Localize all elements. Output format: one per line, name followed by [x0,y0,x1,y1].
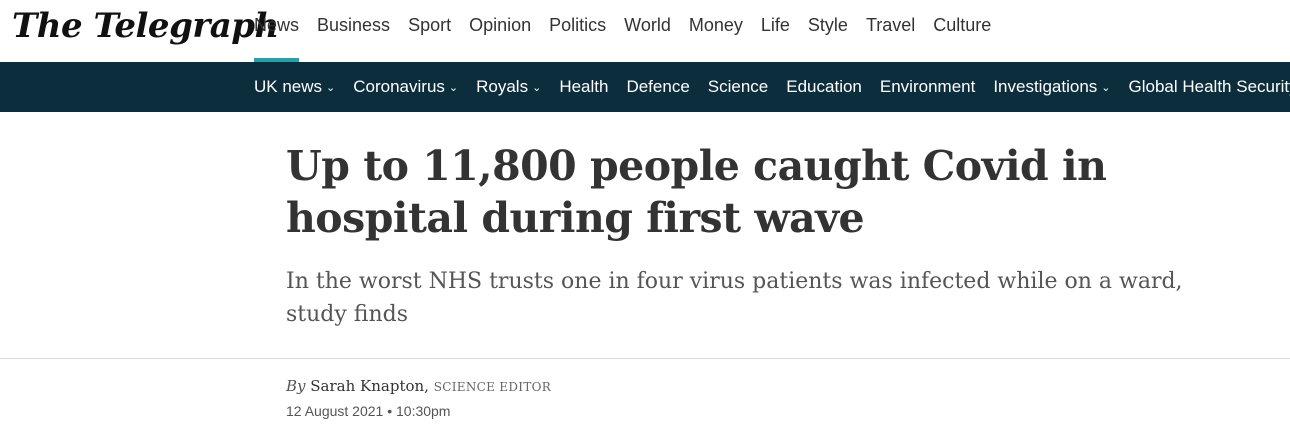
main-nav-item-money[interactable]: Money [680,0,752,62]
main-nav-item-life[interactable]: Life [752,0,799,62]
sub-nav-label: Education [786,77,862,96]
sub-nav-item-defence[interactable]: Defence [617,62,698,112]
article-standfirst: In the worst NHS trusts one in four viru… [286,269,1183,327]
sub-nav: UK news ⌄ Coronavirus ⌄ Royals ⌄ Health Def… [0,62,1290,112]
chevron-down-icon: ⌄ [532,82,542,94]
sub-nav-label: Royals [476,77,529,96]
main-nav-item-travel[interactable]: Travel [857,0,924,62]
sub-nav-label: Investigations [993,77,1098,96]
sub-nav-item-health[interactable]: Health [550,62,617,112]
main-nav: News Business Sport Opinion Politics Wor… [245,0,1000,62]
author-role: SCIENCE EDITOR [433,380,552,394]
article-headline: Up to 11,800 people caught Covid in hosp… [286,142,1107,242]
top-bar: The Telegraph News Business Sport Opinio… [0,0,1290,62]
sub-nav-item-global-health-security[interactable]: Global Health Security⌄ [1120,62,1290,112]
publish-date: 12 August 2021 • 10:30pm [286,403,451,419]
main-nav-item-news[interactable]: News [245,0,308,62]
sub-nav-item-uk-news[interactable]: UK news ⌄ [245,62,344,112]
byline: By Sarah Knapton, SCIENCE EDITOR [286,377,551,395]
author-name[interactable]: Sarah Knapton, [310,377,429,395]
main-nav-item-opinion[interactable]: Opinion [460,0,540,62]
chevron-down-icon: ⌄ [326,82,336,94]
sub-nav-item-education[interactable]: Education [777,62,871,112]
sub-nav-label: Coronavirus [353,77,445,96]
main-nav-item-style[interactable]: Style [799,0,857,62]
chevron-down-icon: ⌄ [1101,82,1111,94]
main-nav-item-sport[interactable]: Sport [399,0,460,62]
divider [0,358,1290,359]
sub-nav-label: Environment [879,77,976,96]
main-nav-item-world[interactable]: World [615,0,680,62]
sub-nav-label: Defence [626,77,690,96]
telegraph-logo[interactable]: The Telegraph [12,4,279,48]
main-nav-item-culture[interactable]: Culture [924,0,1000,62]
main-nav-item-business[interactable]: Business [308,0,399,62]
sub-nav-label: UK news [254,77,323,96]
sub-nav-label: Health [559,77,609,96]
sub-nav-label: Science [707,77,769,96]
byline-prefix: By [286,377,306,395]
chevron-down-icon: ⌄ [448,82,459,94]
sub-nav-item-royals[interactable]: Royals ⌄ [467,62,550,112]
sub-nav-item-science[interactable]: Science [699,62,777,112]
sub-nav-item-investigations[interactable]: Investigations ⌄ [984,62,1119,112]
sub-nav-label: Global Health Security [1128,77,1290,96]
sub-nav-item-environment[interactable]: Environment [871,62,984,112]
sub-nav-items: UK news ⌄ Coronavirus ⌄ Royals ⌄ Health Def… [245,62,1290,112]
sub-nav-item-coronavirus[interactable]: Coronavirus ⌄ [344,62,467,112]
main-nav-item-politics[interactable]: Politics [540,0,615,62]
